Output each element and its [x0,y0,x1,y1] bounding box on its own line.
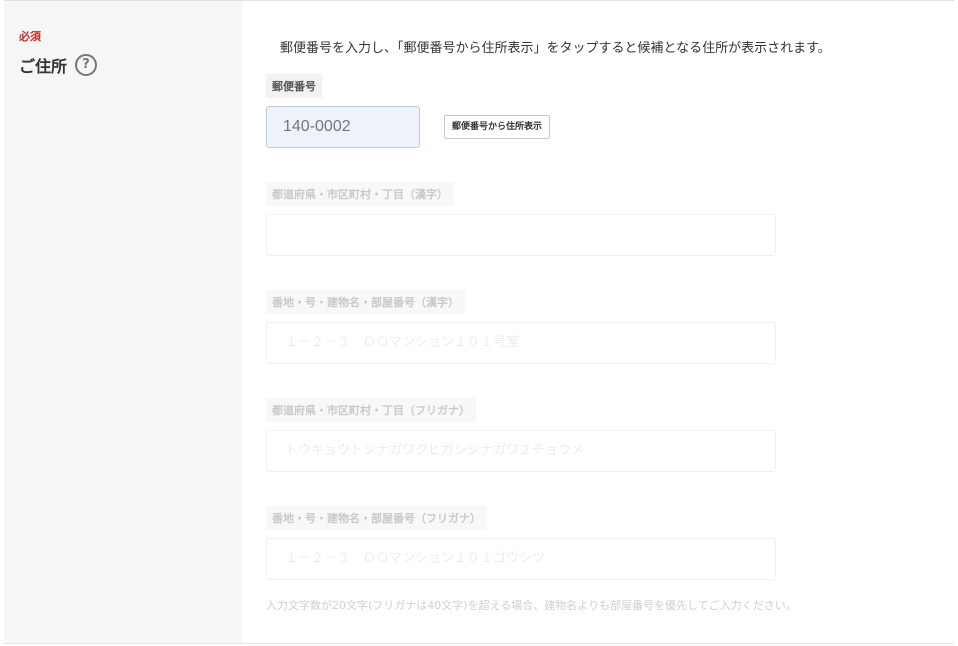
street-building-kanji-input[interactable]: １－２－３ ＯＯマンション１０１号室 [266,322,776,364]
prefecture-city-kanji-label: 都道府県・市区町村・丁目（漢字） [266,182,454,206]
street-building-kana-input[interactable]: １－２－３ ＯＯマンション１０１ゴウシツ [266,538,776,580]
prefecture-city-kana-label: 都道府県・市区町村・丁目（フリガナ） [266,398,476,422]
label-column: 必須 ご住所 ? [4,1,242,643]
required-badge: 必須 [19,30,41,43]
input-column: 郵便番号を入力し、「郵便番号から住所表示」をタップすると候補となる住所が表示され… [242,1,954,643]
address-label-row: ご住所 ? [19,53,98,77]
postal-code-input[interactable] [266,106,420,148]
input-length-note: 入力文字数が20文字(フリガナは40文字)を超える場合、建物名よりも部屋番号を優… [266,599,797,612]
instruction-text: 郵便番号を入力し、「郵便番号から住所表示」をタップすると候補となる住所が表示され… [280,41,831,56]
prefecture-city-kanji-input[interactable] [266,214,776,256]
postal-code-label: 郵便番号 [266,74,322,98]
address-form-row: 必須 ご住所 ? 郵便番号を入力し、「郵便番号から住所表示」をタップすると候補と… [4,0,954,644]
prefecture-city-kana-input[interactable]: トウキョウトシナガワクヒガシシナガワ２チョウメ [266,430,776,472]
address-label: ご住所 [19,57,68,76]
postal-lookup-button[interactable]: 郵便番号から住所表示 [444,115,551,139]
question-circle-icon[interactable]: ? [75,54,98,76]
street-building-kana-label: 番地・号・建物名・部屋番号（フリガナ） [266,506,487,530]
street-building-kanji-label: 番地・号・建物名・部屋番号（漢字） [266,290,465,314]
